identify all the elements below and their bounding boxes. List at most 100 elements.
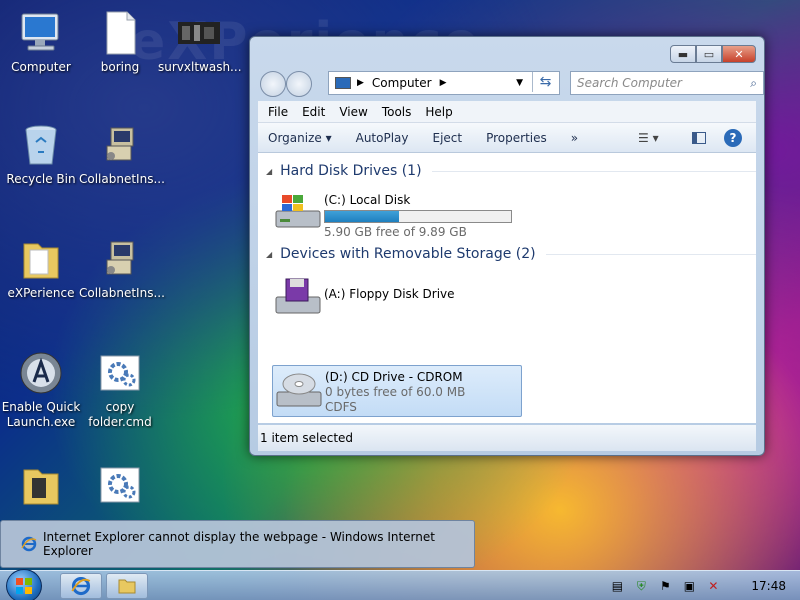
content-pane: ◢ Hard Disk Drives (1) (C:) Local Disk 5…: [258, 153, 756, 423]
drive-usage-bar: [324, 210, 512, 223]
command-bar: Organize ▾ AutoPlay Eject Properties » ☰…: [258, 123, 756, 153]
status-bar: 1 item selected: [258, 425, 756, 451]
collapse-triangle-icon: ◢: [266, 249, 273, 259]
hard-disk-icon: [272, 189, 324, 237]
forward-button[interactable]: [286, 71, 312, 97]
cd-drive-icon: [273, 366, 325, 414]
view-options-icon[interactable]: ☰ ▾: [638, 131, 659, 145]
breadcrumb-separator-icon: ▶: [439, 78, 447, 88]
menu-view[interactable]: View: [339, 105, 367, 119]
refresh-button[interactable]: ⇆: [532, 72, 558, 92]
search-placeholder: Search Computer: [577, 76, 682, 90]
search-input[interactable]: Search Computer ⌕: [570, 71, 764, 95]
desktop-icon-boring[interactable]: boring: [79, 10, 161, 75]
clock[interactable]: 17:48: [751, 579, 786, 593]
navigation-bar: ▶ Computer ▶ ▼ ⇆ Search Computer ⌕: [258, 69, 764, 97]
eject-button[interactable]: Eject: [433, 131, 463, 145]
drive-c[interactable]: (C:) Local Disk 5.90 GB free of 9.89 GB: [272, 189, 522, 241]
minimize-icon: ▬: [677, 47, 689, 61]
organize-button[interactable]: Organize ▾: [268, 131, 332, 145]
desktop-icon-collabnet-1[interactable]: CollabnetIns...: [79, 122, 165, 187]
desktop-icon-script-partial[interactable]: [79, 462, 161, 512]
volume-muted-icon[interactable]: ✕: [705, 578, 721, 594]
desktop-icon-label: CollabnetIns...: [79, 172, 165, 186]
flag-icon[interactable]: ⚑: [657, 578, 673, 594]
internet-explorer-icon: [71, 576, 91, 596]
document-tray-icon[interactable]: ▤: [609, 578, 625, 594]
menu-file[interactable]: File: [268, 105, 288, 119]
more-commands-button[interactable]: »: [571, 131, 578, 145]
collapse-triangle-icon: ◢: [266, 166, 273, 176]
desktop-icon-experience-folder[interactable]: eXPerience: [0, 236, 82, 301]
document-icon: [97, 10, 143, 56]
script-gear-icon: [97, 350, 143, 396]
installer-icon: [97, 122, 143, 168]
maximize-icon: ▭: [703, 47, 715, 61]
explorer-window[interactable]: ▬ ▭ ✕ ▶ Computer ▶ ▼ ⇆ Search Computer ⌕…: [249, 36, 765, 456]
group-header-hard-disks[interactable]: ◢ Hard Disk Drives (1): [266, 163, 756, 179]
menu-help[interactable]: Help: [425, 105, 452, 119]
desktop-icon-label: eXPerience: [7, 286, 75, 300]
windows-logo-icon: [16, 578, 32, 594]
group-divider: [431, 170, 756, 172]
popup-text: Internet Explorer cannot display the web…: [43, 530, 435, 558]
breadcrumb-separator-icon: ▶: [357, 78, 364, 88]
minimize-button[interactable]: ▬: [670, 45, 696, 63]
close-button[interactable]: ✕: [722, 45, 756, 63]
network-icon[interactable]: ▣: [681, 578, 697, 594]
group-divider: [545, 253, 756, 255]
desktop-icon-label: boring: [100, 60, 140, 74]
system-tray: ▤ ⛨ ⚑ ▣ ✕ 17:48: [601, 571, 800, 600]
desktop-icon-label: CollabnetIns...: [79, 286, 165, 300]
taskbar-explorer[interactable]: [106, 573, 148, 599]
recycle-bin-icon: [18, 122, 64, 168]
floppy-drive-icon: [272, 273, 324, 321]
refresh-icon: ⇆: [539, 74, 552, 90]
start-button[interactable]: [6, 569, 42, 600]
folder-icon: [18, 236, 64, 282]
script-gear-icon: [97, 462, 143, 508]
desktop-icon-label: Recycle Bin: [6, 172, 76, 186]
installer-icon: [97, 236, 143, 282]
drive-free-space: 5.90 GB free of 9.89 GB: [324, 225, 467, 239]
status-text: 1 item selected: [260, 431, 354, 445]
desktop-icon-collabnet-2[interactable]: CollabnetIns...: [79, 236, 165, 301]
desktop-icon-copy-folder[interactable]: copy folder.cmd: [79, 350, 161, 430]
help-icon[interactable]: ?: [724, 128, 742, 147]
drive-a[interactable]: (A:) Floppy Disk Drive: [272, 273, 522, 317]
desktop-icon-label: Computer: [11, 60, 71, 74]
close-icon: ✕: [734, 47, 744, 61]
drive-d[interactable]: (D:) CD Drive - CDROM 0 bytes free of 60…: [272, 365, 522, 417]
taskbar-internet-explorer[interactable]: [60, 573, 102, 599]
shield-tray-icon[interactable]: ⛨: [633, 578, 649, 594]
desktop-icon-label: survxltwash...: [158, 60, 242, 74]
taskbar-thumbnail-popup[interactable]: Internet Explorer cannot display the web…: [0, 520, 475, 568]
desktop-icon-recycle-bin[interactable]: Recycle Bin: [0, 122, 82, 187]
maximize-button[interactable]: ▭: [696, 45, 722, 63]
autoplay-button[interactable]: AutoPlay: [356, 131, 409, 145]
computer-small-icon: [335, 77, 351, 89]
window-controls: ▬ ▭ ✕: [670, 45, 756, 63]
drive-usage-fill: [325, 211, 400, 222]
internet-explorer-icon: [21, 536, 37, 552]
group-title: Devices with Removable Storage (2): [280, 246, 536, 262]
desktop-icon-computer[interactable]: Computer: [0, 10, 82, 75]
preview-pane-icon[interactable]: [692, 131, 706, 144]
taskbar: ▤ ⛨ ⚑ ▣ ✕ 17:48: [0, 569, 800, 600]
address-label: Computer: [371, 76, 432, 90]
address-bar[interactable]: ▶ Computer ▶ ▼: [328, 71, 560, 95]
chevron-down-icon[interactable]: ▼: [516, 78, 523, 88]
properties-button[interactable]: Properties: [486, 131, 547, 145]
menu-edit[interactable]: Edit: [302, 105, 325, 119]
drive-free-space: 0 bytes free of 60.0 MB: [325, 385, 466, 399]
back-button[interactable]: [260, 71, 286, 97]
desktop-icon-enable-quick-launch[interactable]: Enable Quick Launch.exe: [0, 350, 82, 430]
folder-icon: [18, 462, 64, 508]
search-icon: ⌕: [750, 75, 757, 90]
group-header-removable[interactable]: ◢ Devices with Removable Storage (2): [266, 246, 756, 262]
drive-name: (C:) Local Disk: [324, 193, 411, 207]
desktop-icon-label: copy folder.cmd: [88, 400, 152, 429]
desktop-icon-folder-partial[interactable]: [0, 462, 82, 512]
menu-tools[interactable]: Tools: [382, 105, 412, 119]
desktop-icon-survxltwash[interactable]: survxltwash...: [158, 10, 242, 75]
